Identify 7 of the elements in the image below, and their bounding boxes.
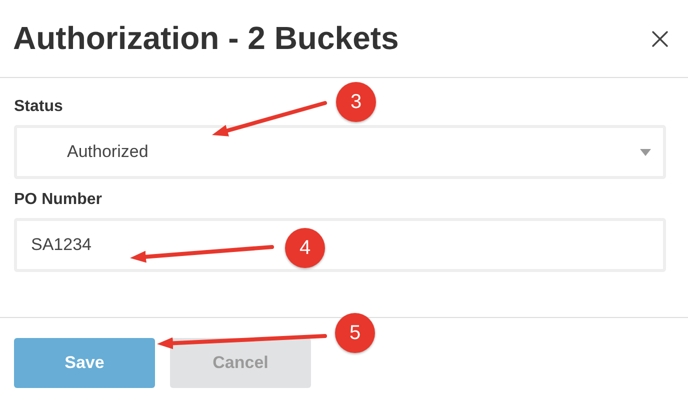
step-number: 3 <box>336 82 376 122</box>
status-dropdown[interactable]: Authorized <box>14 125 666 179</box>
dialog-title: Authorization - 2 Buckets <box>13 20 399 57</box>
caret-icon <box>640 148 651 156</box>
field-label: Status <box>14 98 63 116</box>
step-number: 5 <box>335 313 375 353</box>
field-label: PO Number <box>14 191 102 209</box>
